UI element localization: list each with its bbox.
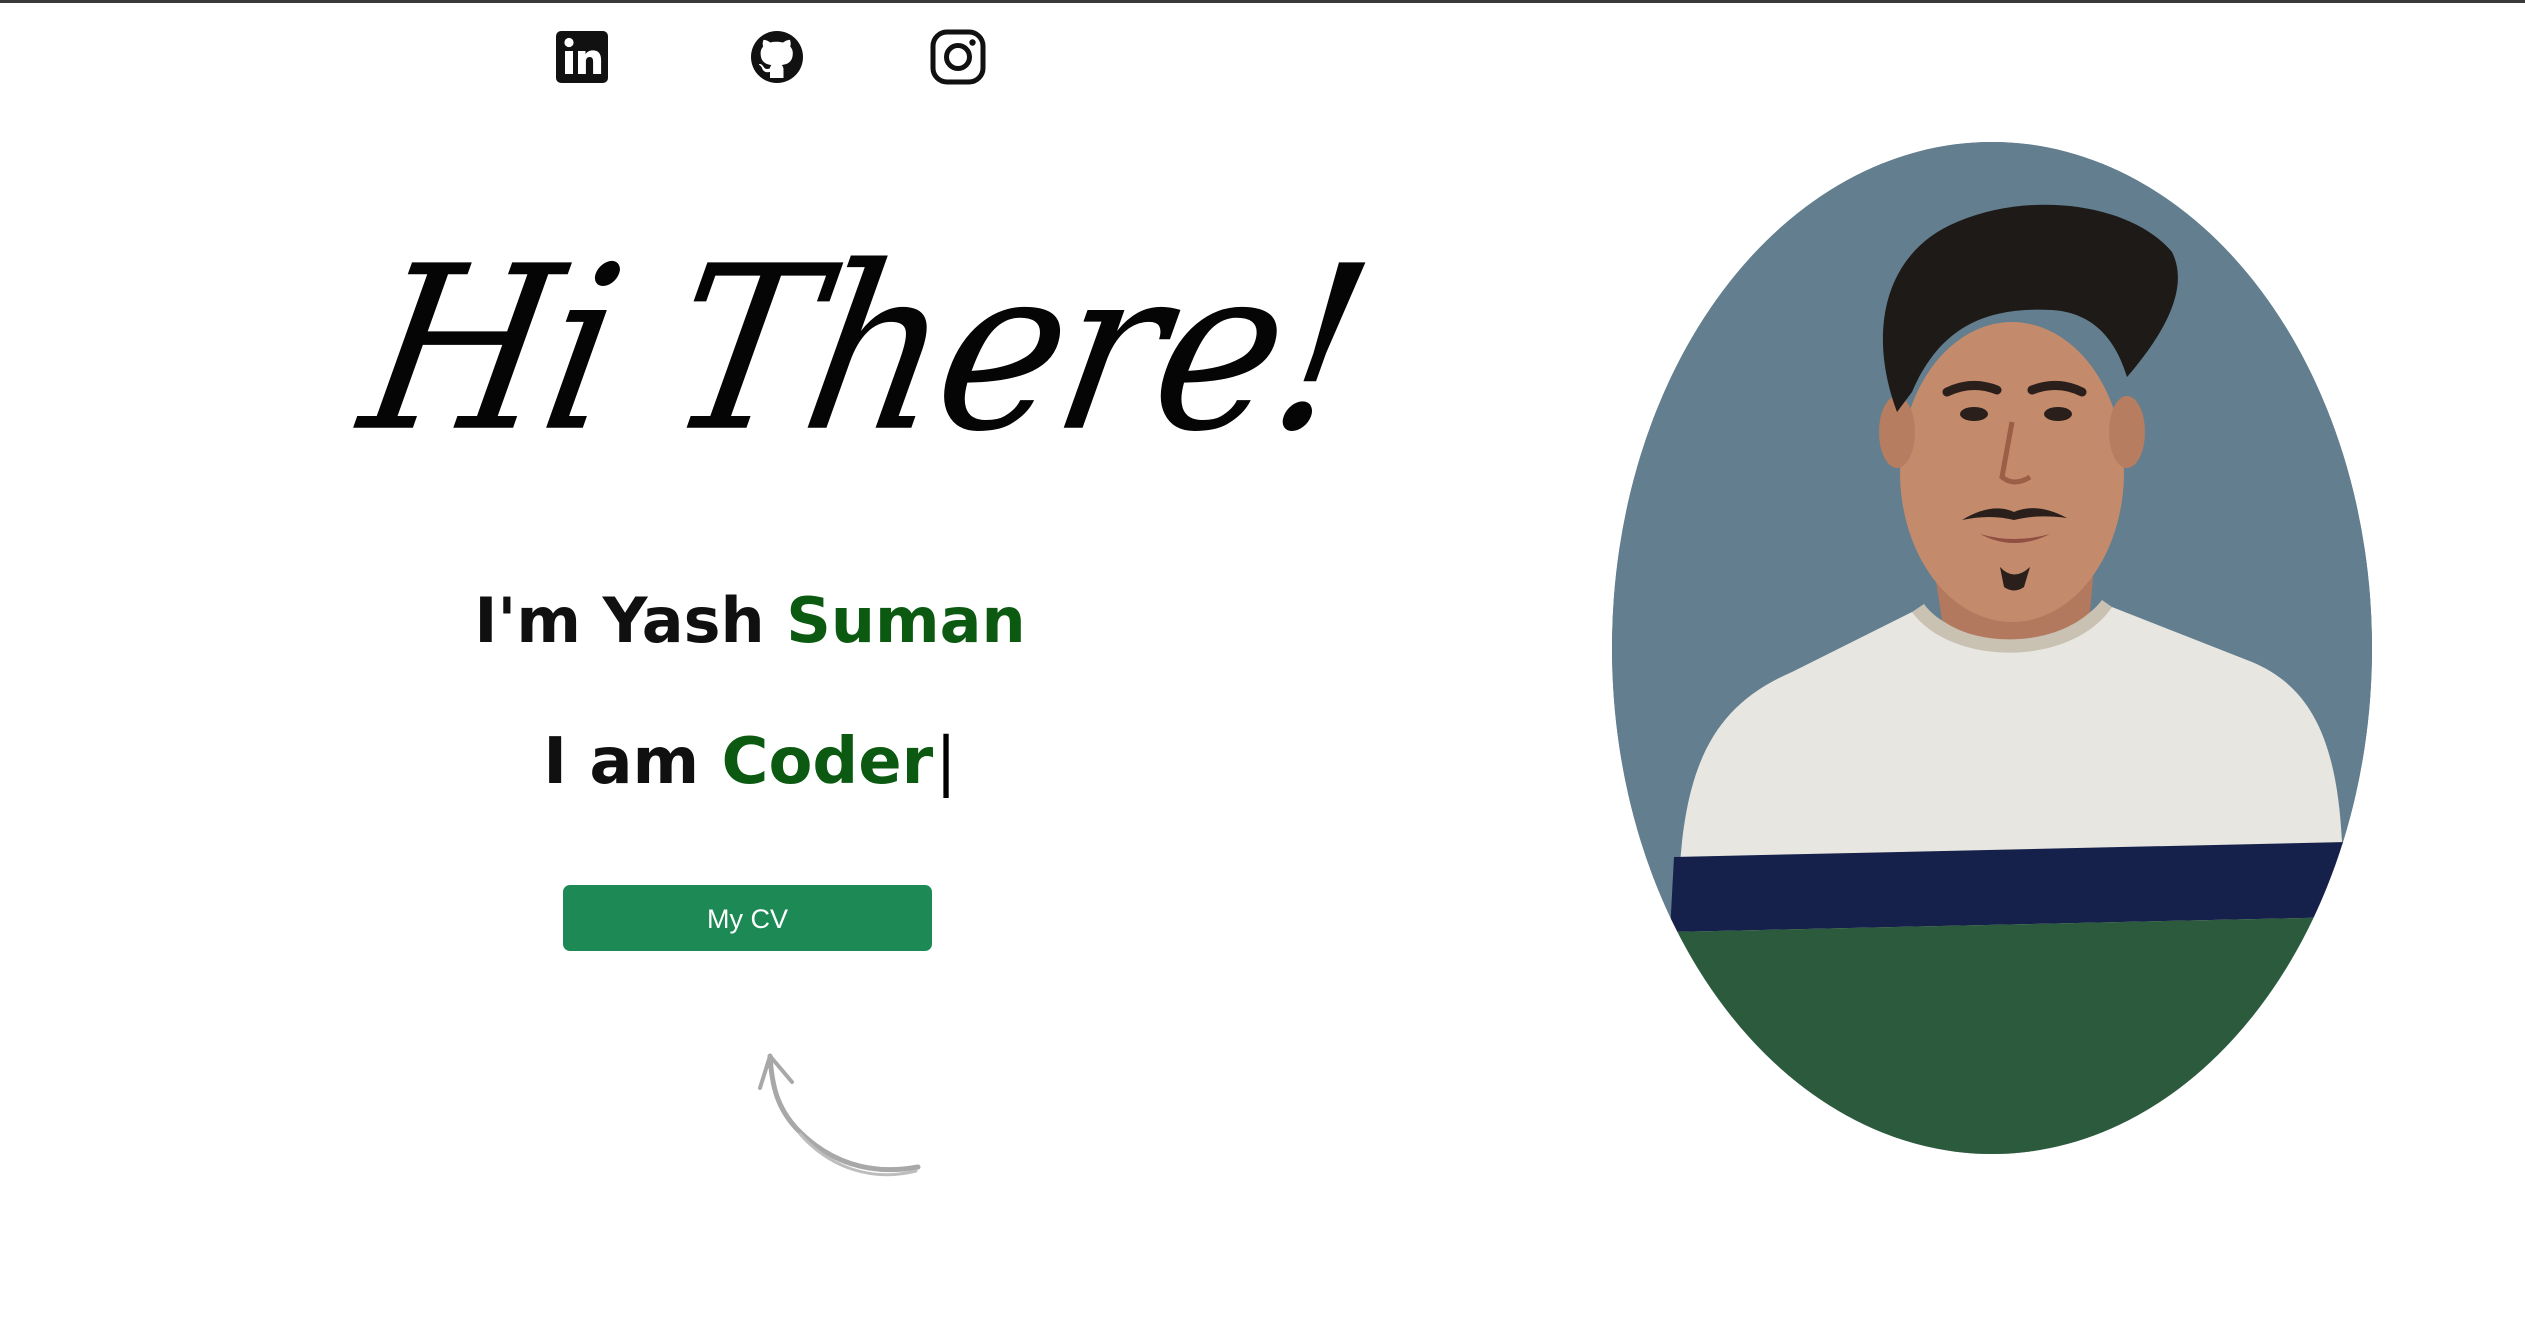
- role-prefix: I am: [543, 725, 722, 799]
- instagram-link[interactable]: [929, 28, 987, 86]
- github-link[interactable]: [748, 28, 806, 86]
- role-typewriter: I am Coder|: [250, 722, 1250, 802]
- name-heading: I'm Yash Suman: [250, 583, 1250, 659]
- top-border: [0, 0, 2525, 3]
- linkedin-link[interactable]: [553, 28, 611, 86]
- hand-drawn-arrow-icon: [758, 1053, 921, 1177]
- role-accent: Coder: [721, 725, 934, 799]
- name-accent: Suman: [786, 584, 1026, 657]
- github-icon: [751, 31, 803, 83]
- instagram-icon: [930, 29, 986, 85]
- linkedin-icon: [556, 31, 608, 83]
- hero-greeting: Hi There!: [346, 217, 1384, 482]
- typing-cursor: |: [935, 725, 957, 799]
- profile-photo: [1612, 142, 2372, 1154]
- my-cv-button[interactable]: My CV: [563, 885, 932, 951]
- name-prefix: I'm Yash: [474, 584, 787, 657]
- profile-photo-image: [1612, 142, 2372, 1154]
